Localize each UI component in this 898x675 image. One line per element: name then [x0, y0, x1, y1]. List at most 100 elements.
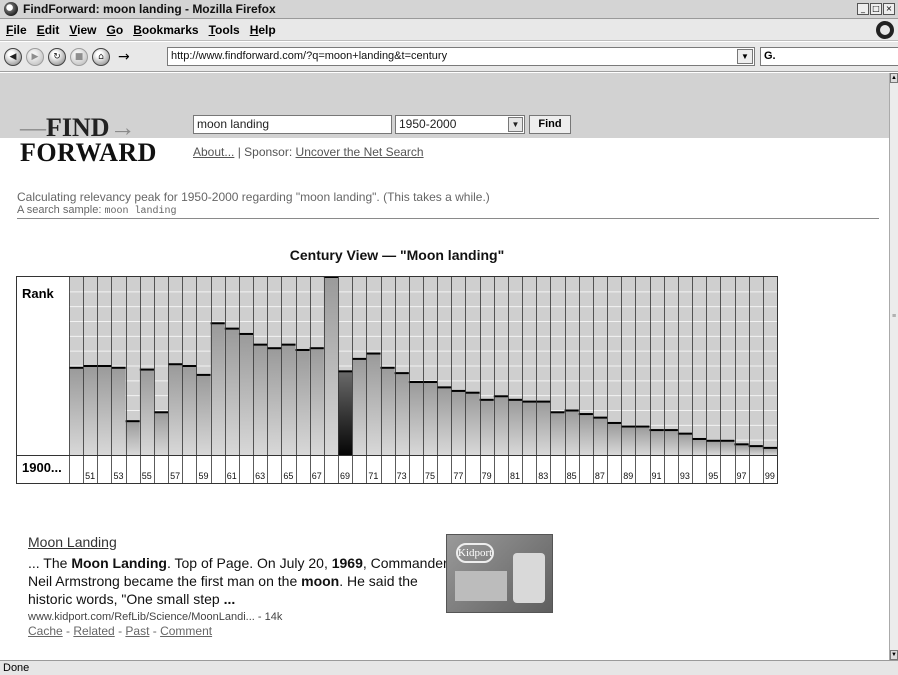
chart-bar[interactable]	[578, 414, 593, 455]
chart-bar[interactable]	[309, 348, 324, 455]
x-tick-label: 59	[198, 471, 208, 481]
chart-bar[interactable]	[295, 349, 310, 455]
chart-bar[interactable]	[635, 426, 650, 455]
chart-bar[interactable]	[352, 358, 367, 455]
x-tick-label: 79	[482, 471, 492, 481]
chart-bar[interactable]	[522, 401, 537, 455]
x-tick-label: 65	[283, 471, 293, 481]
chart-bar[interactable]	[592, 417, 608, 455]
stop-icon[interactable]: ■	[70, 47, 88, 66]
chart-bar[interactable]	[649, 430, 664, 455]
menu-item-go[interactable]: Go	[107, 23, 124, 37]
chart-bar[interactable]	[238, 333, 254, 455]
menu-item-bookmarks[interactable]: Bookmarks	[133, 23, 198, 37]
chart-bar[interactable]	[394, 373, 409, 455]
result-link-comment[interactable]: Comment	[160, 624, 212, 638]
chart-bar[interactable]	[153, 412, 169, 455]
chart-bar[interactable]	[493, 396, 508, 455]
minimize-icon[interactable]: _	[857, 3, 869, 15]
chart-bar[interactable]	[253, 344, 268, 455]
chart-bar[interactable]	[692, 438, 707, 455]
sponsor-link[interactable]: Uncover the Net Search	[296, 145, 424, 159]
menu-item-file[interactable]: File	[6, 23, 27, 37]
result-title-link[interactable]: Moon Landing	[28, 534, 448, 550]
chart-bar[interactable]	[465, 392, 480, 455]
chart-bar[interactable]	[621, 426, 636, 455]
chart-bar[interactable]	[139, 369, 154, 455]
chart-bar[interactable]	[83, 366, 98, 455]
chart-bar[interactable]	[437, 387, 452, 455]
menu-bar: File Edit View Go Bookmarks Tools Help	[0, 19, 898, 41]
x-tick-label: 55	[142, 471, 152, 481]
chart-bar[interactable]	[323, 277, 339, 455]
result-link-related[interactable]: Related	[73, 624, 114, 638]
back-icon[interactable]: ◀	[4, 47, 22, 66]
chart-bar[interactable]	[607, 422, 622, 455]
query-input[interactable]: moon landing	[193, 115, 392, 134]
chart-bar[interactable]	[196, 374, 211, 455]
sponsor-text: | Sponsor:	[234, 145, 296, 159]
chart-bar[interactable]	[720, 440, 735, 455]
chart-bar[interactable]	[550, 412, 565, 455]
result-link-past[interactable]: Past	[125, 624, 149, 638]
period-select[interactable]: 1950-2000 ▼	[395, 115, 525, 134]
chart-bar[interactable]	[380, 367, 395, 455]
window-titlebar: FindForward: moon landing - Mozilla Fire…	[0, 0, 898, 19]
chart-bar[interactable]	[281, 344, 296, 455]
result-link-cache[interactable]: Cache	[28, 624, 63, 638]
chart-bar[interactable]	[663, 430, 678, 455]
chart-bar[interactable]	[423, 382, 438, 455]
search-engine-box[interactable]: G.	[760, 47, 898, 66]
chart-bar[interactable]	[507, 399, 523, 455]
chart-bar[interactable]	[748, 446, 763, 455]
vertical-scrollbar[interactable]: ▲ ≡ ▼	[889, 73, 898, 660]
chart-bar[interactable]	[111, 367, 126, 455]
chart-bar[interactable]	[210, 323, 225, 455]
forward-icon[interactable]: ▶	[26, 47, 44, 66]
scroll-down-icon[interactable]: ▼	[890, 650, 898, 660]
chart-bar[interactable]	[762, 447, 777, 455]
url-field[interactable]: http://www.findforward.com/?q=moon+landi…	[167, 47, 755, 66]
chart-bar[interactable]	[408, 382, 423, 455]
chart-bar[interactable]	[479, 399, 494, 455]
menu-item-tools[interactable]: Tools	[209, 23, 240, 37]
scroll-up-icon[interactable]: ▲	[890, 73, 898, 83]
chart-bar[interactable]	[564, 410, 579, 456]
result-thumbnail[interactable]: Kidport	[446, 534, 553, 613]
logo-forward: FORWARD	[20, 138, 157, 167]
url-dropdown-icon[interactable]: ▼	[737, 49, 753, 64]
chart-bar[interactable]	[366, 353, 381, 455]
menu-item-help[interactable]: Help	[250, 23, 276, 37]
chart-bar[interactable]	[536, 401, 551, 455]
x-tick-label: 57	[170, 471, 180, 481]
throbber-icon	[876, 21, 894, 39]
about-link[interactable]: About...	[193, 145, 234, 159]
chart-bar[interactable]	[677, 433, 693, 455]
thumb-text-block	[455, 571, 507, 601]
home-icon[interactable]: ⌂	[92, 47, 110, 66]
chart-bar[interactable]	[97, 366, 112, 455]
chart-bar[interactable]	[182, 366, 197, 455]
sample-prefix: A search sample:	[17, 204, 105, 216]
chart-title: Century View — "Moon landing"	[289, 247, 505, 263]
maximize-icon[interactable]: □	[870, 3, 882, 15]
menu-item-edit[interactable]: Edit	[37, 23, 60, 37]
sample-query[interactable]: moon landing	[104, 206, 176, 217]
reload-icon[interactable]: ↻	[48, 47, 66, 66]
chart-bar[interactable]	[224, 328, 239, 455]
chart-bar[interactable]	[338, 371, 353, 455]
result-snippet: ... The Moon Landing. Top of Page. On Ju…	[28, 554, 448, 608]
chart-bar[interactable]	[734, 444, 749, 455]
chart-bar[interactable]	[267, 348, 282, 455]
window-title: FindForward: moon landing - Mozilla Fire…	[23, 2, 276, 16]
chart-bar[interactable]	[451, 390, 466, 455]
chart-bar[interactable]	[706, 440, 721, 455]
close-icon[interactable]: ×	[883, 3, 895, 15]
scroll-grip-icon[interactable]: ≡	[890, 313, 898, 320]
chart-bar[interactable]	[168, 364, 183, 455]
chevron-down-icon[interactable]: ▼	[508, 117, 523, 132]
find-button[interactable]: Find	[529, 115, 571, 134]
chart-bar[interactable]	[69, 367, 84, 455]
chart-bar[interactable]	[125, 421, 140, 455]
menu-item-view[interactable]: View	[69, 23, 96, 37]
